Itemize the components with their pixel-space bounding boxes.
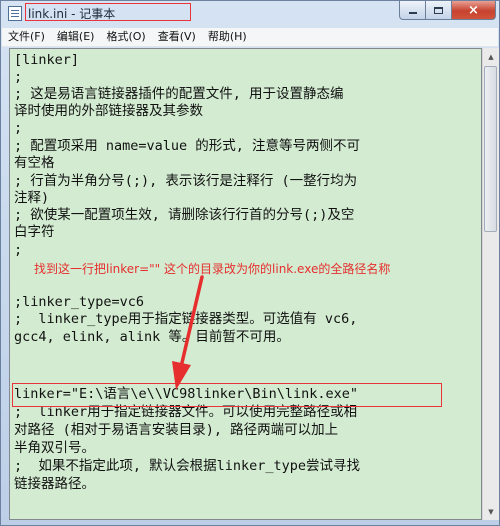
- scroll-down-icon[interactable]: ▼: [483, 503, 499, 520]
- menu-file[interactable]: 文件(F): [2, 28, 51, 46]
- notepad-icon[interactable]: [8, 6, 22, 21]
- menu-help[interactable]: 帮助(H): [202, 28, 253, 46]
- scroll-up-icon[interactable]: ▲: [483, 48, 499, 65]
- text-line: ; 这是易语言链接器插件的配置文件, 用于设置静态编: [14, 86, 344, 102]
- annotation-text: 找到这一行把linker="" 这个的目录改为你的link.exe的全路径名称: [34, 262, 391, 276]
- text-editor[interactable]: [linker] ; ; 这是易语言链接器插件的配置文件, 用于设置静态编 译时…: [9, 48, 482, 520]
- maximize-button[interactable]: [426, 1, 452, 20]
- text-line: ; 配置项采用 name=value 的形式, 注意等号两侧不可: [14, 138, 361, 154]
- text-line: ;linker_type=vc6: [14, 294, 145, 310]
- close-icon: ×: [468, 2, 479, 18]
- menu-format[interactable]: 格式(O): [100, 28, 151, 46]
- maximize-icon: [434, 6, 443, 14]
- text-line: 半角双引号。: [14, 440, 95, 456]
- linker-line-highlight-box: [12, 383, 442, 407]
- vertical-scrollbar[interactable]: ▲ ▼: [482, 48, 499, 520]
- menu-view[interactable]: 查看(V): [152, 28, 202, 46]
- title-highlight-box: [25, 3, 191, 21]
- text-line: 对路径 (相对于易语言安装目录), 路径两端可以加上: [14, 422, 339, 438]
- text-line: 链接器路径。: [14, 476, 95, 492]
- text-line: ; linker_type用于指定链接器类型。可选值有 vc6,: [14, 311, 358, 327]
- caption-buttons: ×: [399, 1, 496, 21]
- text-line: ;: [14, 242, 23, 258]
- minimize-button[interactable]: [399, 1, 426, 20]
- title-bar[interactable]: link.ini - 记事本 ×: [1, 1, 499, 27]
- menu-bar: 文件(F) 编辑(E) 格式(O) 查看(V) 帮助(H): [2, 28, 498, 47]
- scroll-thumb[interactable]: [484, 66, 497, 232]
- text-line: ;: [14, 120, 23, 136]
- text-line: 注释): [14, 190, 50, 206]
- text-line: gcc4, elink, alink 等。目前暂不可用。: [14, 329, 290, 345]
- menu-edit[interactable]: 编辑(E): [51, 28, 101, 46]
- minimize-icon: [408, 12, 417, 14]
- text-line: 有空格: [14, 155, 55, 171]
- text-line: ; 如果不指定此项, 默认会根据linker_type尝试寻找: [14, 458, 361, 474]
- text-line: 白字符: [14, 224, 55, 240]
- text-line: 译时使用的外部链接器及其参数: [14, 103, 203, 119]
- close-button[interactable]: ×: [452, 1, 496, 20]
- notepad-window: link.ini - 记事本 × 文件(F) 编辑(E) 格式(O) 查看(V)…: [0, 0, 500, 526]
- text-line: [linker]: [14, 52, 80, 68]
- text-line: ;: [14, 69, 23, 85]
- text-line: ; 行首为半角分号(;), 表示该行是注释行 (一整行均为: [14, 173, 358, 189]
- text-line: ; 欲使某一配置项生效, 请删除该行行首的分号(;)及空: [14, 207, 355, 223]
